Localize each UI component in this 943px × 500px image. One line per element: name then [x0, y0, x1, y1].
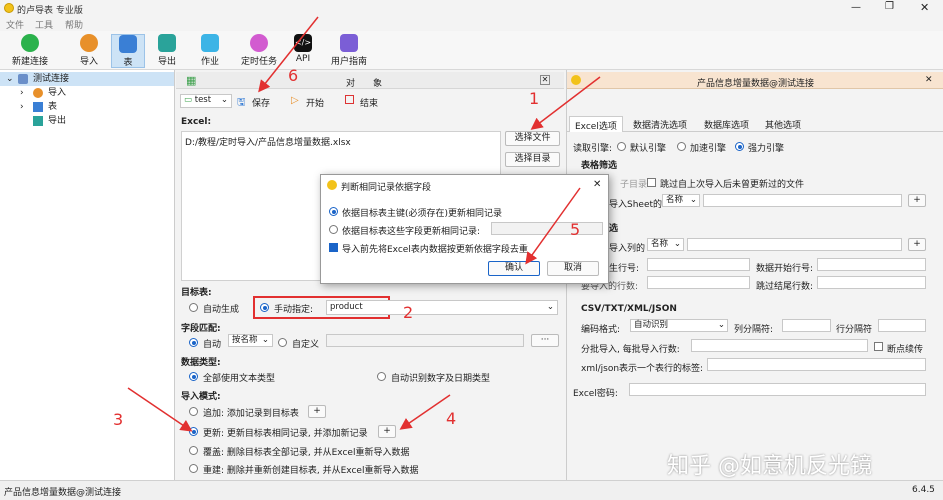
arrow-4: [399, 394, 451, 430]
annotation-arrows: [127, 16, 601, 432]
annotation-4: 4: [446, 409, 457, 428]
status-text: 产品信息增量数据@测试连接: [4, 488, 122, 498]
annotation-2: 2: [403, 303, 414, 322]
annotation-5: 5: [570, 220, 581, 239]
annotation-1: 1: [529, 89, 540, 108]
status-bar: 产品信息增量数据@测试连接 6.4.5: [0, 480, 943, 500]
version-text: 6.4.5: [912, 485, 935, 495]
arrow-3: [127, 387, 193, 432]
annotation-3: 3: [113, 410, 124, 429]
annotation-6: 6: [288, 66, 299, 85]
arrow-1: [530, 76, 601, 130]
